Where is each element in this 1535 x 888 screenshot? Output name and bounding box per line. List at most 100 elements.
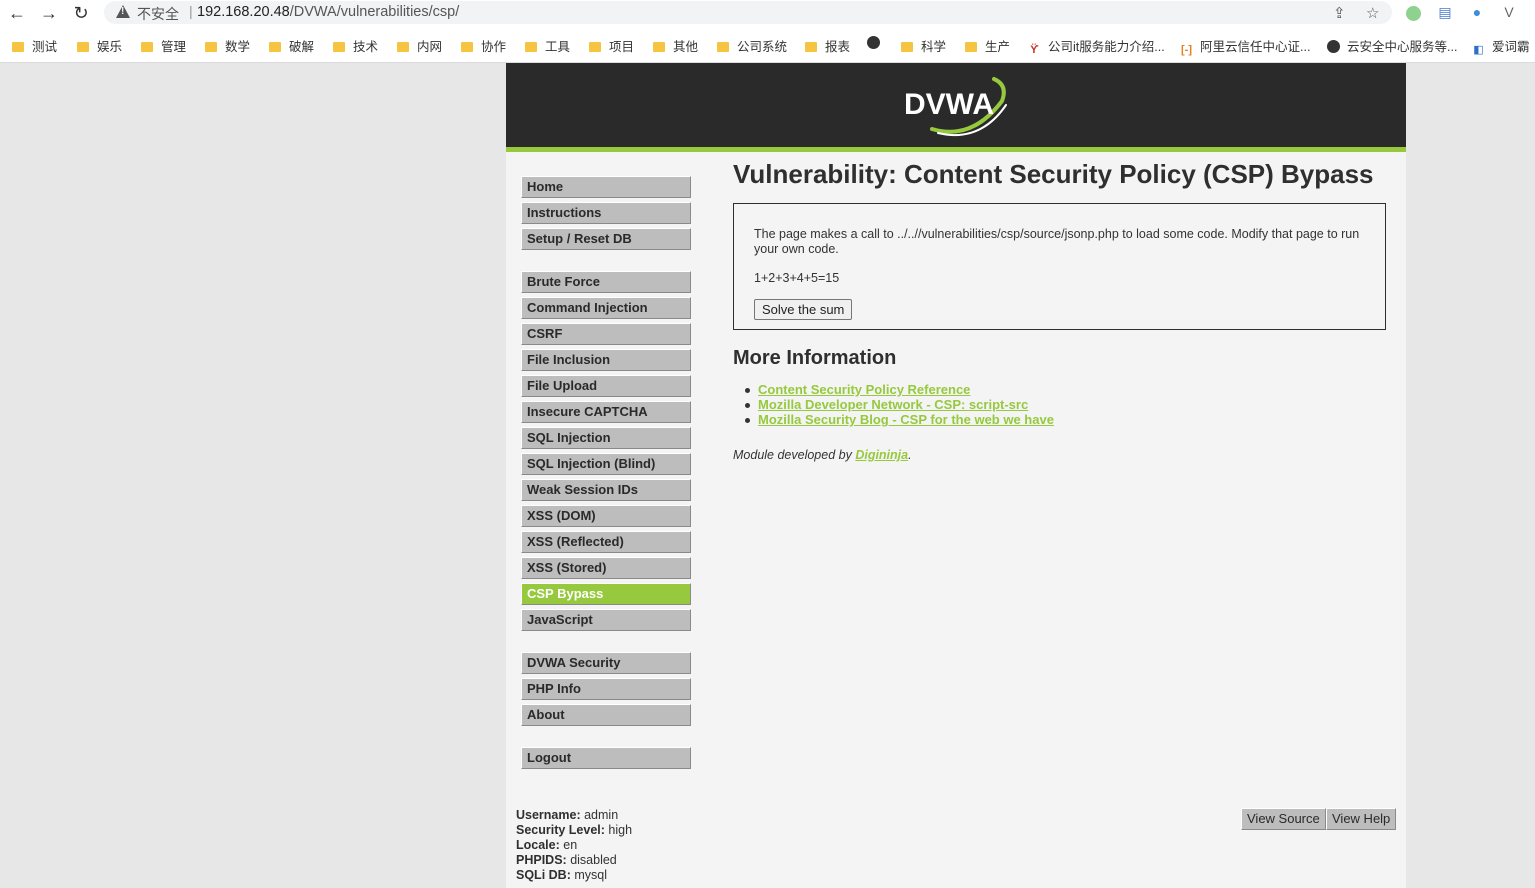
svg-text:DVWA: DVWA: [904, 88, 994, 121]
menu-item-csp-bypass[interactable]: CSP Bypass: [521, 583, 691, 605]
dvwa-logo[interactable]: DVWA: [902, 71, 1012, 139]
more-info-heading: More Information: [733, 347, 897, 369]
bookmark-item[interactable]: 云安全中心服务等...: [1327, 36, 1457, 54]
menu-item-instructions[interactable]: Instructions: [521, 202, 691, 224]
folder-icon: [205, 42, 217, 52]
author-link[interactable]: Digininja: [855, 448, 908, 462]
bookmark-item[interactable]: ◧ 爱词霸: [1472, 36, 1529, 56]
bookmark-item[interactable]: 内网: [397, 36, 442, 54]
bookmarks-bar: 测试 娱乐 管理 数学 破解 技术 内网 协作 工具 项目 其他 公司系统 报表…: [0, 28, 1535, 63]
forward-arrow-icon[interactable]: →: [37, 2, 61, 24]
browser-toolbar: ← → ↻ 不安全 | 192.168.20.48/DVWA/vulnerabi…: [0, 0, 1535, 28]
reload-icon[interactable]: ↻: [69, 2, 93, 24]
url-path: /DVWA/vulnerabilities/csp/: [289, 4, 460, 20]
header-accent-bar: [506, 147, 1406, 152]
menu-item-insecure-captcha[interactable]: Insecure CAPTCHA: [521, 401, 691, 423]
menu-item-xss-stored[interactable]: XSS (Stored): [521, 557, 691, 579]
folder-icon: [653, 42, 665, 52]
url-host: 192.168.20.48: [197, 4, 290, 20]
locale-row: Locale: en: [516, 838, 578, 852]
folder-icon: [461, 42, 473, 52]
extension-note-icon[interactable]: ▤: [1436, 3, 1454, 21]
menu-item-file-upload[interactable]: File Upload: [521, 375, 691, 397]
list-item: Content Security Policy Reference: [745, 382, 1054, 397]
bookmark-item[interactable]: 娱乐: [77, 36, 122, 54]
description-text: The page makes a call to ../..//vulnerab…: [754, 227, 1360, 256]
menu-item-javascript[interactable]: JavaScript: [521, 609, 691, 631]
insecure-label: 不安全: [137, 6, 179, 22]
module-credit: Module developed by Digininja.: [733, 448, 912, 462]
folder-icon: [965, 42, 977, 52]
globe-icon: [1327, 40, 1340, 53]
share-icon[interactable]: ⇪: [1333, 4, 1346, 22]
address-bar[interactable]: 不安全 | 192.168.20.48/DVWA/vulnerabilities…: [104, 1, 1392, 24]
menu-item-xss-dom[interactable]: XSS (DOM): [521, 505, 691, 527]
bookmark-item[interactable]: ϔ 公司it服务能力介绍...: [1028, 36, 1164, 56]
more-info-links: Content Security Policy Reference Mozill…: [745, 382, 1054, 427]
bookmark-item[interactable]: 报表: [805, 36, 850, 54]
link-mozilla-blog[interactable]: Mozilla Security Blog - CSP for the web …: [758, 412, 1054, 427]
security-level-row: Security Level: high: [516, 823, 633, 837]
phpids-row: PHPIDS: disabled: [516, 853, 617, 867]
menu-item-file-inclusion[interactable]: File Inclusion: [521, 349, 691, 371]
folder-icon: [77, 42, 89, 52]
bookmark-item[interactable]: 技术: [333, 36, 378, 54]
iciba-favicon-icon: ◧: [1473, 44, 1484, 56]
bookmark-item[interactable]: 项目: [589, 36, 634, 54]
star-icon[interactable]: ☆: [1366, 4, 1379, 22]
menu-item-dvwa-security[interactable]: DVWA Security: [521, 652, 691, 674]
extension-v-icon[interactable]: V: [1500, 3, 1518, 21]
menu-item-about[interactable]: About: [521, 704, 691, 726]
bookmark-item[interactable]: 生产: [965, 36, 1010, 54]
back-arrow-icon[interactable]: ←: [5, 2, 29, 24]
folder-icon: [269, 42, 281, 52]
folder-icon: [333, 42, 345, 52]
link-mdn-script-src[interactable]: Mozilla Developer Network - CSP: script-…: [758, 397, 1028, 412]
sqli-db-row: SQLi DB: mysql: [516, 868, 607, 882]
menu-item-home[interactable]: Home: [521, 176, 691, 198]
globe-icon: [867, 36, 880, 49]
view-help-button[interactable]: View Help: [1326, 808, 1396, 830]
menu-item-csrf[interactable]: CSRF: [521, 323, 691, 345]
menu-item-sql-injection-blind[interactable]: SQL Injection (Blind): [521, 453, 691, 475]
menu-item-command-injection[interactable]: Command Injection: [521, 297, 691, 319]
site-favicon-icon: ϔ: [1030, 44, 1039, 56]
dvwa-page: DVWA Home Instructions Setup / Reset DB …: [506, 63, 1406, 888]
bookmark-item[interactable]: 公司系统: [717, 36, 787, 54]
menu-item-brute-force[interactable]: Brute Force: [521, 271, 691, 293]
menu-item-weak-session-ids[interactable]: Weak Session IDs: [521, 479, 691, 501]
list-item: Mozilla Security Blog - CSP for the web …: [745, 412, 1054, 427]
warning-icon: [116, 5, 130, 18]
page-header: DVWA: [506, 63, 1406, 147]
link-csp-reference[interactable]: Content Security Policy Reference: [758, 382, 970, 397]
bookmark-globe[interactable]: [867, 36, 887, 54]
menu-item-sql-injection[interactable]: SQL Injection: [521, 427, 691, 449]
bookmark-item[interactable]: 工具: [525, 36, 570, 54]
view-source-button[interactable]: View Source: [1241, 808, 1326, 830]
bookmark-item[interactable]: 科学: [901, 36, 946, 54]
bookmark-item[interactable]: 数学: [205, 36, 250, 54]
bookmark-item[interactable]: 测试: [12, 36, 57, 54]
menu-item-logout[interactable]: Logout: [521, 747, 691, 769]
folder-icon: [141, 42, 153, 52]
bookmark-item[interactable]: 管理: [141, 36, 186, 54]
vulnerability-box: The page makes a call to ../..//vulnerab…: [733, 203, 1386, 330]
bookmark-item[interactable]: 其他: [653, 36, 698, 54]
solve-sum-button[interactable]: Solve the sum: [754, 299, 853, 320]
username-row: Username: admin: [516, 808, 619, 822]
user-info: Username: admin Security Level: high Loc…: [516, 808, 632, 883]
menu-item-php-info[interactable]: PHP Info: [521, 678, 691, 700]
folder-icon: [805, 42, 817, 52]
bookmark-item[interactable]: 破解: [269, 36, 314, 54]
folder-icon: [525, 42, 537, 52]
folder-icon: [589, 42, 601, 52]
bookmark-item[interactable]: [-] 阿里云信任中心证...: [1180, 36, 1310, 56]
folder-icon: [397, 42, 409, 52]
extension-globe-icon[interactable]: ●: [1468, 3, 1486, 21]
menu-item-setup[interactable]: Setup / Reset DB: [521, 228, 691, 250]
bookmark-item[interactable]: 协作: [461, 36, 506, 54]
url-text[interactable]: 192.168.20.48/DVWA/vulnerabilities/csp/: [197, 4, 459, 20]
folder-icon: [12, 42, 24, 52]
menu-item-xss-reflected[interactable]: XSS (Reflected): [521, 531, 691, 553]
extension-dot-icon[interactable]: [1406, 6, 1421, 21]
